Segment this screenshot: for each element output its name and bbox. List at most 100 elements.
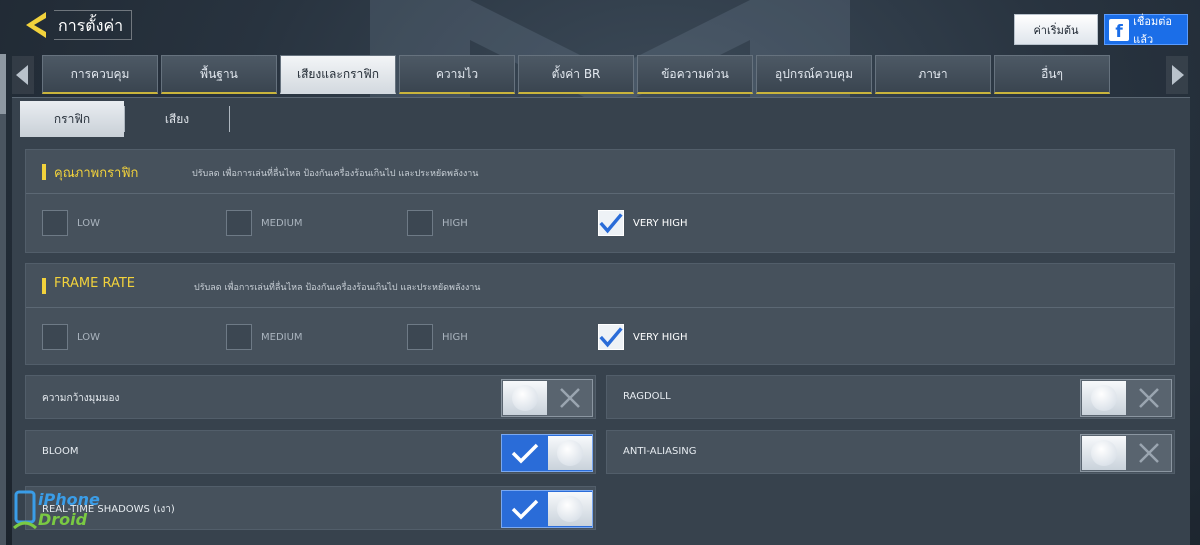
option-checkbox[interactable]: [407, 324, 433, 350]
toggle-switch[interactable]: [501, 434, 593, 472]
toggle-knob: [547, 436, 592, 470]
toggle-knob: [547, 492, 592, 526]
frame-rate-section: FRAME RATE ปรับลด เพื่อการเล่นที่ลื่นไหล…: [25, 263, 1175, 365]
quality-option[interactable]: HIGH: [407, 324, 468, 350]
toggle-switch[interactable]: [1080, 434, 1172, 472]
toggle-row: ANTI-ALIASING: [606, 430, 1175, 474]
tab-item[interactable]: ตั้งค่า BR: [518, 55, 634, 94]
section-description: ปรับลด เพื่อการเล่นที่ลื่นไหล ป้องกันเคร…: [194, 283, 481, 293]
toggle-indicator: [502, 491, 547, 527]
option-checkbox[interactable]: [226, 210, 252, 236]
toggle-switch[interactable]: [501, 490, 593, 528]
facebook-connected-label: เชื่อมต่อแล้ว: [1133, 14, 1172, 46]
toggle-switch[interactable]: [1080, 379, 1172, 417]
quality-option[interactable]: LOW: [42, 210, 100, 236]
option-checkbox[interactable]: [598, 324, 624, 350]
knob-dot: [1090, 385, 1117, 411]
back-arrow-icon[interactable]: [22, 10, 52, 40]
watermark-text-top: iPhone: [38, 490, 100, 509]
tab-item[interactable]: ข้อความด่วน: [637, 55, 753, 94]
toggle-row: RAGDOLL: [606, 375, 1175, 419]
tab-item[interactable]: พื้นฐาน: [161, 55, 277, 94]
toggle-indicator: [1126, 380, 1171, 416]
scrollbar-thumb[interactable]: [0, 54, 6, 114]
option-label: LOW: [77, 331, 100, 343]
watermark-text-bottom: Droid: [38, 510, 88, 529]
scrollbar-track[interactable]: [0, 54, 6, 545]
section-title: FRAME RATE: [54, 276, 135, 291]
tab-item[interactable]: ภาษา: [875, 55, 991, 94]
toggle-label: ความกว้างมุมมอง: [42, 393, 120, 404]
settings-tabs: การควบคุม พื้นฐาน เสียงและกราฟิก ความไว ตั้ง…: [42, 55, 1110, 94]
tab-item[interactable]: ความไว: [399, 55, 515, 94]
tab-scroll-left-button[interactable]: [12, 56, 34, 94]
graphics-quality-section: คุณภาพกราฟิก ปรับลด เพื่อการเล่นที่ลื่นไ…: [25, 149, 1175, 253]
header: การตั้งค่า ค่าเริ่มต้น f เชื่อมต่อแล้ว: [0, 0, 1200, 52]
toggle-label: ANTI-ALIASING: [623, 446, 697, 457]
reset-defaults-button[interactable]: ค่าเริ่มต้น: [1014, 14, 1098, 45]
section-header: คุณภาพกราฟิก ปรับลด เพื่อการเล่นที่ลื่นไ…: [26, 150, 1174, 194]
knob-dot: [511, 385, 538, 411]
checkmark-icon: [599, 213, 623, 234]
option-checkbox[interactable]: [226, 324, 252, 350]
close-icon: [559, 388, 580, 408]
tab-item[interactable]: อื่นๆ: [994, 55, 1110, 94]
toggle-row: REAL-TIME SHADOWS (เงา): [25, 486, 596, 530]
tab-item[interactable]: เสียงและกราฟิก: [280, 55, 396, 94]
toggle-row: ความกว้างมุมมอง: [25, 375, 596, 419]
toggle-row: BLOOM: [25, 430, 596, 474]
checkmark-icon: [511, 443, 538, 464]
chevron-left-icon: [16, 65, 28, 85]
toggle-knob-slot: [547, 491, 592, 527]
quality-option[interactable]: VERY HIGH: [598, 324, 688, 350]
knob-dot: [1090, 440, 1117, 466]
toggle-knob: [1081, 381, 1126, 415]
knob-dot: [556, 440, 583, 466]
page-title: การตั้งค่า: [54, 10, 133, 40]
subtab-sound[interactable]: เสียง: [125, 101, 229, 137]
checkmark-icon: [511, 499, 538, 520]
facebook-connected-button[interactable]: f เชื่อมต่อแล้ว: [1104, 14, 1188, 46]
subtab-divider: [229, 106, 230, 132]
toggle-knob-slot: [547, 435, 592, 471]
quality-option[interactable]: MEDIUM: [226, 210, 303, 236]
option-label: LOW: [77, 217, 100, 229]
toggle-knob: [502, 381, 547, 415]
option-checkbox[interactable]: [42, 210, 68, 236]
option-checkbox[interactable]: [598, 210, 624, 236]
option-label: VERY HIGH: [633, 331, 688, 343]
option-label: VERY HIGH: [633, 217, 688, 229]
tab-item[interactable]: อุปกรณ์ควบคุม: [756, 55, 872, 94]
toggle-switch[interactable]: [501, 379, 593, 417]
subtabs: กราฟิก เสียง: [20, 101, 230, 137]
section-header: FRAME RATE ปรับลด เพื่อการเล่นที่ลื่นไหล…: [26, 264, 1174, 308]
quality-option[interactable]: VERY HIGH: [598, 210, 688, 236]
option-checkbox[interactable]: [42, 324, 68, 350]
chevron-right-icon: [1172, 65, 1184, 85]
toggle-knob-slot: [1081, 380, 1126, 416]
toggle-indicator: [547, 380, 592, 416]
option-label: HIGH: [442, 217, 468, 229]
facebook-icon: f: [1109, 18, 1130, 41]
subtab-graphics[interactable]: กราฟิก: [20, 101, 124, 137]
section-title: คุณภาพกราฟิก: [54, 166, 139, 181]
section-description: ปรับลด เพื่อการเล่นที่ลื่นไหล ป้องกันเคร…: [192, 169, 479, 179]
quality-option[interactable]: LOW: [42, 324, 100, 350]
option-label: MEDIUM: [261, 331, 303, 343]
quality-option[interactable]: MEDIUM: [226, 324, 303, 350]
option-checkbox[interactable]: [407, 210, 433, 236]
section-marker: [42, 164, 46, 180]
tab-item[interactable]: การควบคุม: [42, 55, 158, 94]
close-icon: [1138, 388, 1159, 408]
checkmark-icon: [599, 327, 623, 348]
quality-option[interactable]: HIGH: [407, 210, 468, 236]
section-marker: [42, 278, 46, 294]
option-label: MEDIUM: [261, 217, 303, 229]
toggle-indicator: [502, 435, 547, 471]
tab-scroll-right-button[interactable]: [1166, 56, 1188, 94]
toggle-knob-slot: [502, 380, 547, 416]
toggle-knob: [1081, 436, 1126, 470]
phone-wifi-icon: [12, 490, 38, 530]
toggle-label: RAGDOLL: [623, 391, 671, 402]
knob-dot: [556, 496, 583, 522]
